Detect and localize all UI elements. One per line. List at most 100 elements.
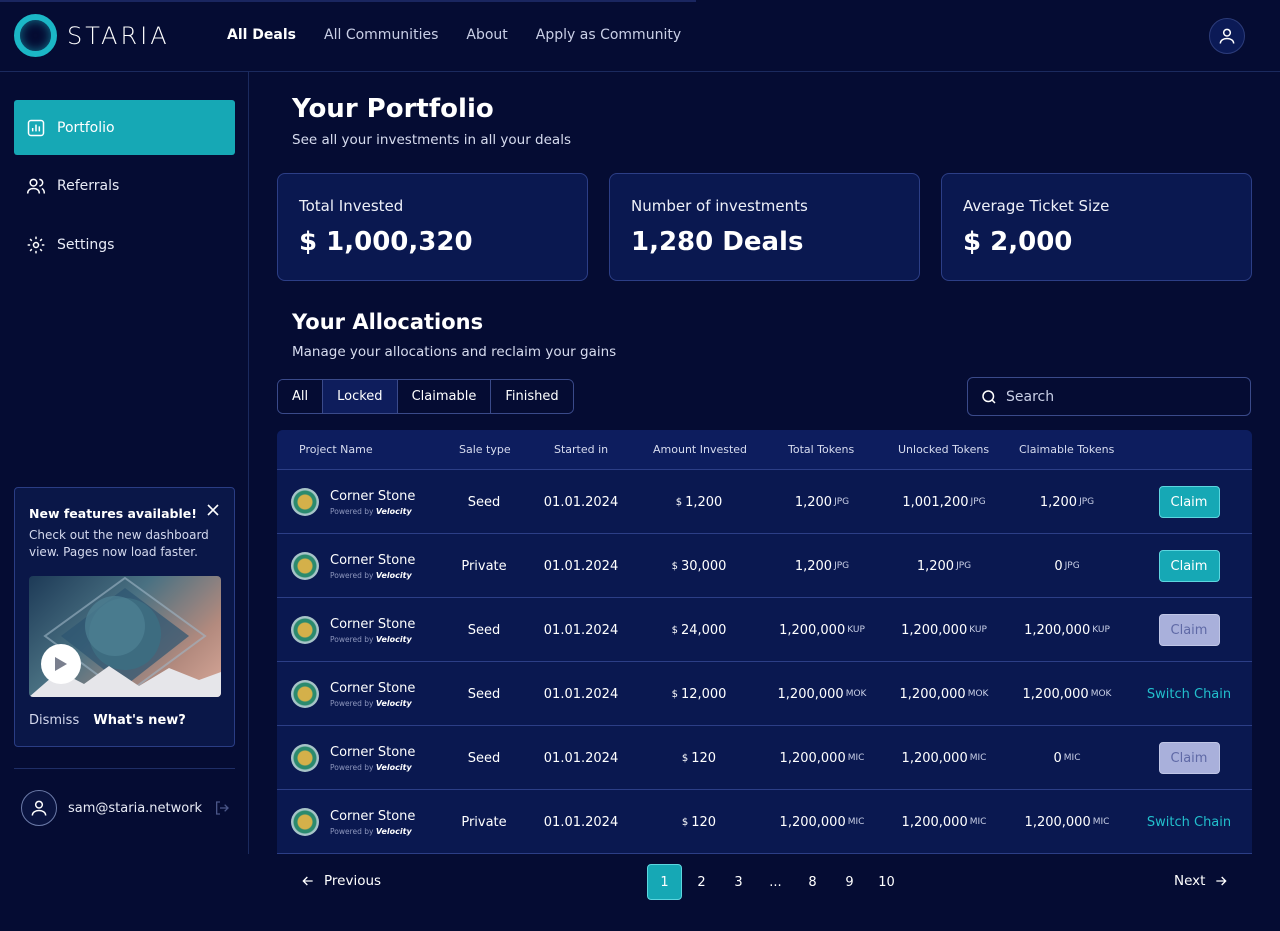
sidebar: Portfolio Referrals Settings New feature… bbox=[0, 72, 249, 854]
search-input[interactable] bbox=[1006, 388, 1236, 405]
powered-by-brand: Velocity bbox=[375, 762, 412, 772]
next-page-button[interactable]: Next bbox=[1174, 873, 1229, 889]
token-unit: JPG bbox=[834, 561, 850, 571]
total-tokens-value: 1,200 bbox=[794, 494, 833, 510]
powered-by-brand: Velocity bbox=[375, 506, 412, 516]
token-unit: JPG bbox=[834, 497, 850, 507]
claimable-tokens: 1,200 JPG bbox=[1007, 470, 1127, 534]
main-nav: All Deals All Communities About Apply as… bbox=[227, 27, 709, 43]
token-unit: JPG bbox=[1079, 497, 1095, 507]
amount-value: 120 bbox=[691, 814, 717, 830]
table-row: Corner Stone Powered by Velocity Private… bbox=[277, 790, 1252, 854]
page-numbers: 1 2 3 ... 8 9 10 bbox=[647, 864, 906, 900]
project-cell[interactable]: Corner Stone Powered by Velocity bbox=[291, 534, 451, 598]
promo-title: New features available! bbox=[29, 506, 197, 521]
total-tokens-value: 1,200,000 bbox=[777, 686, 844, 702]
project-name-block: Corner Stone Powered by Velocity bbox=[330, 553, 415, 580]
dismiss-link[interactable]: Dismiss bbox=[29, 713, 79, 728]
project-cell[interactable]: Corner Stone Powered by Velocity bbox=[291, 790, 451, 854]
powered-by-prefix: Powered by bbox=[330, 506, 374, 516]
search-icon bbox=[982, 389, 996, 404]
user-profile[interactable]: sam@staria.network bbox=[21, 790, 230, 826]
currency-symbol: $ bbox=[671, 688, 678, 700]
project-name-block: Corner Stone Powered by Velocity bbox=[330, 745, 415, 772]
page-button[interactable]: 10 bbox=[869, 864, 904, 900]
project-name-block: Corner Stone Powered by Velocity bbox=[330, 617, 415, 644]
project-name-block: Corner Stone Powered by Velocity bbox=[330, 489, 415, 516]
project-name: Corner Stone bbox=[330, 552, 416, 568]
claim-button[interactable]: Claim bbox=[1158, 486, 1220, 518]
search-box bbox=[967, 377, 1251, 416]
claim-button[interactable]: Claim bbox=[1158, 550, 1220, 582]
logout-icon[interactable] bbox=[214, 800, 230, 816]
action-cell: Claim bbox=[1134, 598, 1244, 662]
filter-locked[interactable]: Locked bbox=[323, 380, 398, 413]
nav-all-communities[interactable]: All Communities bbox=[324, 27, 438, 43]
column-header: Unlocked Tokens bbox=[898, 443, 990, 456]
page-button[interactable]: 2 bbox=[684, 864, 719, 900]
page-button[interactable]: 9 bbox=[832, 864, 867, 900]
previous-page-button[interactable]: Previous bbox=[300, 873, 381, 889]
project-logo-icon bbox=[291, 744, 319, 772]
sale-type: Private bbox=[461, 558, 507, 574]
action-cell: Claim bbox=[1134, 726, 1244, 790]
sidebar-item-portfolio[interactable]: Portfolio bbox=[14, 100, 235, 155]
promo-video-thumbnail[interactable] bbox=[29, 576, 221, 697]
sidebar-item-referrals[interactable]: Referrals bbox=[14, 158, 235, 213]
close-icon[interactable] bbox=[206, 502, 220, 516]
project-cell[interactable]: Corner Stone Powered by Velocity bbox=[291, 470, 451, 534]
new-features-card: New features available! Check out the ne… bbox=[14, 487, 235, 747]
amount-invested: $24,000 bbox=[639, 598, 759, 662]
sale-type: Seed bbox=[467, 622, 501, 638]
amount-invested: $120 bbox=[639, 726, 759, 790]
nav-apply-community[interactable]: Apply as Community bbox=[536, 27, 681, 43]
powered-by: Powered by Velocity bbox=[330, 507, 415, 516]
brand-logo[interactable]: STARIA bbox=[14, 14, 170, 57]
currency-symbol: $ bbox=[671, 624, 678, 636]
account-avatar-button[interactable] bbox=[1209, 18, 1245, 54]
page-button[interactable]: 8 bbox=[795, 864, 830, 900]
filter-all[interactable]: All bbox=[278, 380, 324, 413]
page-button[interactable]: 3 bbox=[721, 864, 756, 900]
switch-chain-button[interactable]: Switch Chain bbox=[1147, 815, 1231, 830]
page-subtitle: See all your investments in all your dea… bbox=[292, 132, 571, 148]
amount-invested: $120 bbox=[639, 790, 759, 854]
project-cell[interactable]: Corner Stone Powered by Velocity bbox=[291, 726, 451, 790]
started-date: 01.01.2024 bbox=[543, 622, 619, 638]
powered-by: Powered by Velocity bbox=[330, 571, 415, 580]
claim-button[interactable]: Claim bbox=[1158, 742, 1220, 774]
user-email: sam@staria.network bbox=[68, 800, 203, 816]
arrow-right-icon bbox=[1216, 876, 1228, 886]
nav-about[interactable]: About bbox=[466, 27, 507, 43]
powered-by: Powered by Velocity bbox=[330, 763, 415, 772]
claim-button[interactable]: Claim bbox=[1158, 614, 1220, 646]
whats-new-link[interactable]: What's new? bbox=[93, 713, 185, 728]
amount-value: 24,000 bbox=[680, 622, 727, 638]
filter-finished[interactable]: Finished bbox=[491, 380, 573, 413]
claimable-tokens-value: 0 bbox=[1054, 558, 1063, 574]
page-title: Your Portfolio bbox=[292, 94, 494, 124]
nav-all-deals[interactable]: All Deals bbox=[227, 27, 296, 43]
filter-claimable[interactable]: Claimable bbox=[397, 380, 492, 413]
token-unit: KUP bbox=[1092, 625, 1110, 635]
total-tokens-value: 1,200 bbox=[794, 558, 833, 574]
claimable-tokens: 1,200,000 MOK bbox=[1007, 662, 1127, 726]
token-unit: JPG bbox=[970, 497, 986, 507]
action-cell: Claim bbox=[1134, 534, 1244, 598]
play-button[interactable] bbox=[41, 644, 81, 684]
amount-value: 30,000 bbox=[680, 558, 727, 574]
switch-chain-button[interactable]: Switch Chain bbox=[1147, 687, 1231, 702]
started-date: 01.01.2024 bbox=[543, 494, 619, 510]
unlocked-tokens: 1,200,000 MIC bbox=[884, 790, 1004, 854]
token-unit: KUP bbox=[969, 625, 987, 635]
user-icon bbox=[1219, 28, 1235, 44]
unlocked-tokens: 1,200 JPG bbox=[884, 534, 1004, 598]
project-cell[interactable]: Corner Stone Powered by Velocity bbox=[291, 662, 451, 726]
started-date: 01.01.2024 bbox=[543, 750, 619, 766]
stat-card-average-ticket: Average Ticket Size $ 2,000 bbox=[941, 173, 1252, 281]
top-divider bbox=[0, 0, 696, 2]
page-button[interactable]: 1 bbox=[647, 864, 682, 900]
sale-type: Seed bbox=[467, 750, 501, 766]
project-cell[interactable]: Corner Stone Powered by Velocity bbox=[291, 598, 451, 662]
sidebar-item-settings[interactable]: Settings bbox=[14, 217, 235, 272]
